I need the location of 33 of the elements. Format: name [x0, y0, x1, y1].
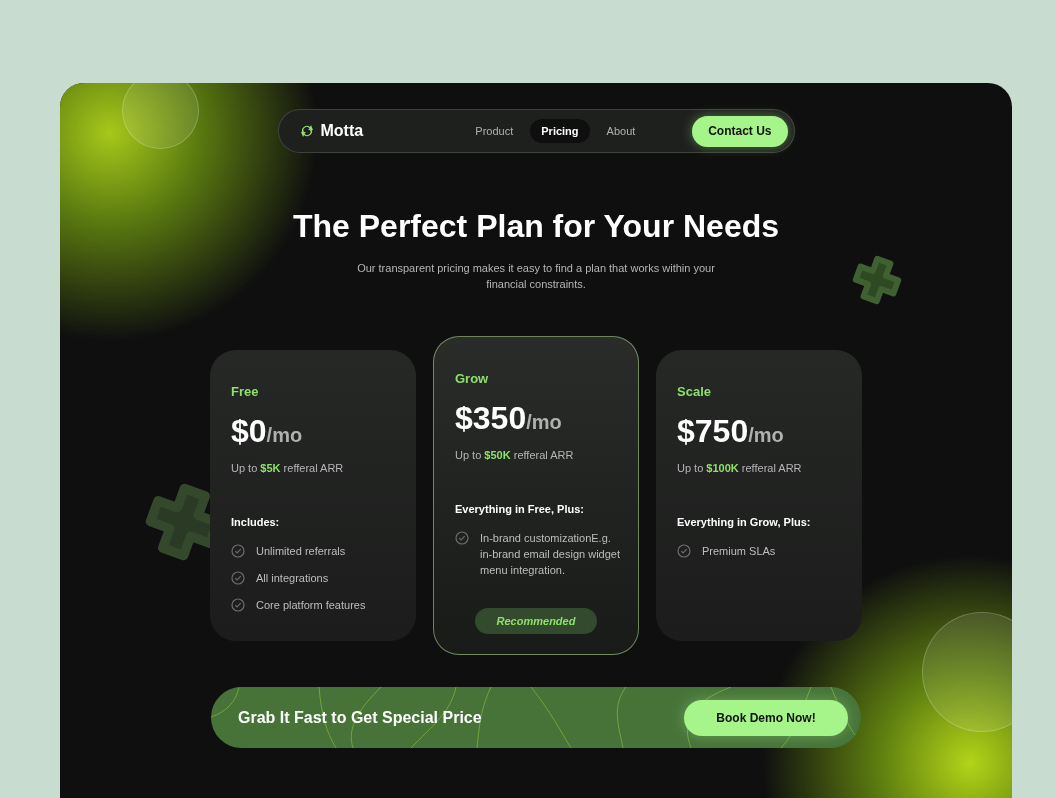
plan-price: $350/mo: [455, 398, 563, 438]
nav-link[interactable]: About: [595, 118, 647, 144]
plan-price: $750/mo: [677, 411, 785, 451]
features-heading: Everything in Grow, Plus:: [677, 515, 812, 530]
plan-name: Scale: [677, 383, 712, 401]
nav-link[interactable]: Product: [464, 118, 525, 144]
check-icon: [231, 570, 245, 585]
contact-button[interactable]: Contact Us: [692, 115, 788, 147]
check-icon: [231, 543, 245, 558]
recommended-badge: Recommended: [474, 607, 598, 634]
features-heading: Everything in Free, Plus:: [455, 502, 585, 517]
check-icon: [677, 543, 691, 558]
book-demo-button[interactable]: Book Demo Now!: [684, 699, 848, 736]
features-heading: Includes:: [231, 515, 281, 530]
plan-name: Grow: [455, 370, 490, 388]
feature-text: Unlimited referrals: [256, 543, 346, 559]
feature-text: All integrations: [256, 570, 329, 586]
page-subtitle: Our transparent pricing makes it easy to find a plan that works within your financial constraints.: [356, 261, 716, 292]
plan-name: Free: [231, 383, 260, 401]
plan-arr: Up to $50K refferal ARR: [455, 447, 575, 463]
feature-text: Premium SLAs: [702, 543, 776, 559]
feature-text: In-brand customizationE.g. in-brand email design widget menu integration.: [480, 530, 622, 578]
banner-text: Grab It Fast to Get Special Price: [238, 707, 482, 728]
logo-text: Motta: [320, 121, 364, 141]
feature-text: Core platform features: [256, 597, 366, 613]
nav-link[interactable]: Pricing: [530, 118, 590, 144]
plan-arr: Up to $5K refferal ARR: [231, 460, 345, 476]
logo-icon: [298, 123, 315, 139]
check-icon: [231, 597, 245, 612]
plan-price: $0/mo: [231, 411, 304, 451]
check-icon: [455, 530, 469, 545]
plan-arr: Up to $100K refferal ARR: [677, 460, 803, 476]
page-title: The Perfect Plan for Your Needs: [292, 207, 780, 246]
